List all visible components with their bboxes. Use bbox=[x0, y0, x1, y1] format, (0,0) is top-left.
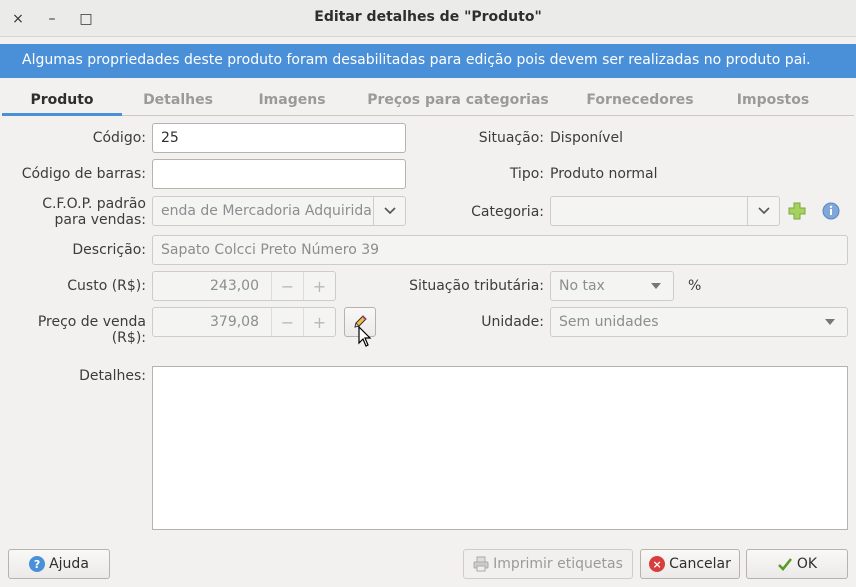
tab-detalhes[interactable]: Detalhes bbox=[130, 86, 226, 116]
unidade-label: Unidade: bbox=[481, 314, 544, 330]
help-button[interactable]: ? Ajuda bbox=[8, 549, 110, 579]
tipo-label: Tipo: bbox=[509, 166, 544, 182]
custo-spinbutton[interactable]: 243,00 − + bbox=[152, 271, 336, 301]
chevron-down-icon bbox=[651, 283, 661, 289]
detalhes-textarea[interactable] bbox=[152, 366, 848, 530]
tab-bar: Produto Detalhes Imagens Preços para cat… bbox=[2, 86, 854, 116]
codigo-barras-label: Código de barras: bbox=[21, 166, 146, 182]
ok-button-label: OK bbox=[796, 556, 818, 572]
cfop-label: C.F.O.P. padrão para vendas: bbox=[2, 196, 146, 228]
add-icon[interactable] bbox=[788, 202, 806, 220]
preco-venda-spinbutton[interactable]: 379,08 − + bbox=[152, 307, 336, 337]
detalhes-label: Detalhes: bbox=[79, 368, 146, 384]
custo-increment-button[interactable]: + bbox=[303, 272, 335, 300]
help-icon: ? bbox=[29, 556, 46, 572]
cancel-icon: × bbox=[649, 556, 666, 572]
custo-value: 243,00 bbox=[210, 278, 259, 294]
printer-icon bbox=[473, 556, 489, 572]
percent-suffix: % bbox=[688, 278, 702, 294]
preco-venda-decrement-button[interactable]: − bbox=[271, 308, 303, 336]
tab-produto[interactable]: Produto bbox=[2, 86, 122, 116]
info-icon[interactable] bbox=[822, 202, 840, 220]
preco-venda-increment-button[interactable]: + bbox=[303, 308, 335, 336]
tipo-value: Produto normal bbox=[550, 166, 658, 182]
situacao-tributaria-value: No tax bbox=[559, 278, 605, 294]
descricao-input[interactable]: Sapato Colcci Preto Número 39 bbox=[152, 235, 848, 265]
cfop-combo[interactable]: enda de Mercadoria Adquirida bbox=[152, 196, 406, 226]
window-titlebar: × – □ Editar detalhes de "Produto" bbox=[0, 0, 856, 37]
custo-label: Custo (R$): bbox=[67, 278, 146, 294]
tab-imagens[interactable]: Imagens bbox=[242, 86, 342, 116]
info-bar-message: Algumas propriedades deste produto foram… bbox=[22, 52, 811, 68]
tab-fornecedores[interactable]: Fornecedores bbox=[574, 86, 706, 116]
window-title: Editar detalhes de "Produto" bbox=[314, 9, 542, 25]
situacao-tributaria-label: Situação tributária: bbox=[409, 278, 544, 294]
codigo-input[interactable]: 25 bbox=[152, 123, 406, 153]
info-bar: Algumas propriedades deste produto foram… bbox=[0, 44, 856, 78]
unidade-value: Sem unidades bbox=[559, 314, 659, 330]
situacao-value: Disponível bbox=[550, 130, 623, 146]
chevron-down-icon[interactable] bbox=[747, 197, 779, 225]
cancel-button[interactable]: × Cancelar bbox=[640, 549, 740, 579]
codigo-label: Código: bbox=[92, 130, 146, 146]
descricao-label: Descrição: bbox=[72, 242, 146, 258]
cancel-button-label: Cancelar bbox=[669, 556, 731, 572]
preco-venda-value: 379,08 bbox=[210, 314, 259, 330]
codigo-barras-input[interactable] bbox=[152, 159, 406, 189]
cfop-label-line1: C.F.O.P. padrão bbox=[42, 196, 146, 212]
mouse-pointer-icon bbox=[358, 326, 372, 347]
cfop-combo-value: enda de Mercadoria Adquirida bbox=[161, 203, 372, 219]
print-labels-button[interactable]: Imprimir etiquetas bbox=[463, 549, 633, 579]
product-form-panel: Código: 25 Código de barras: C.F.O.P. pa… bbox=[2, 116, 854, 537]
situacao-tributaria-combo[interactable]: No tax bbox=[550, 271, 674, 301]
preco-venda-label: Preço de venda (R$): bbox=[37, 314, 146, 346]
ok-button[interactable]: OK bbox=[746, 549, 848, 579]
print-labels-button-label: Imprimir etiquetas bbox=[493, 556, 623, 572]
cfop-label-line2: para vendas: bbox=[54, 212, 147, 228]
help-button-label: Ajuda bbox=[49, 556, 89, 572]
tab-precos-categorias[interactable]: Preços para categorias bbox=[358, 86, 558, 116]
categoria-combo[interactable] bbox=[550, 196, 780, 226]
chevron-down-icon bbox=[825, 319, 835, 325]
unidade-combo[interactable]: Sem unidades bbox=[550, 307, 848, 337]
custo-decrement-button[interactable]: − bbox=[271, 272, 303, 300]
situacao-label: Situação: bbox=[478, 130, 544, 146]
checkmark-icon bbox=[777, 558, 792, 571]
tab-impostos[interactable]: Impostos bbox=[720, 86, 826, 116]
chevron-down-icon[interactable] bbox=[373, 197, 405, 225]
categoria-label: Categoria: bbox=[471, 204, 544, 220]
